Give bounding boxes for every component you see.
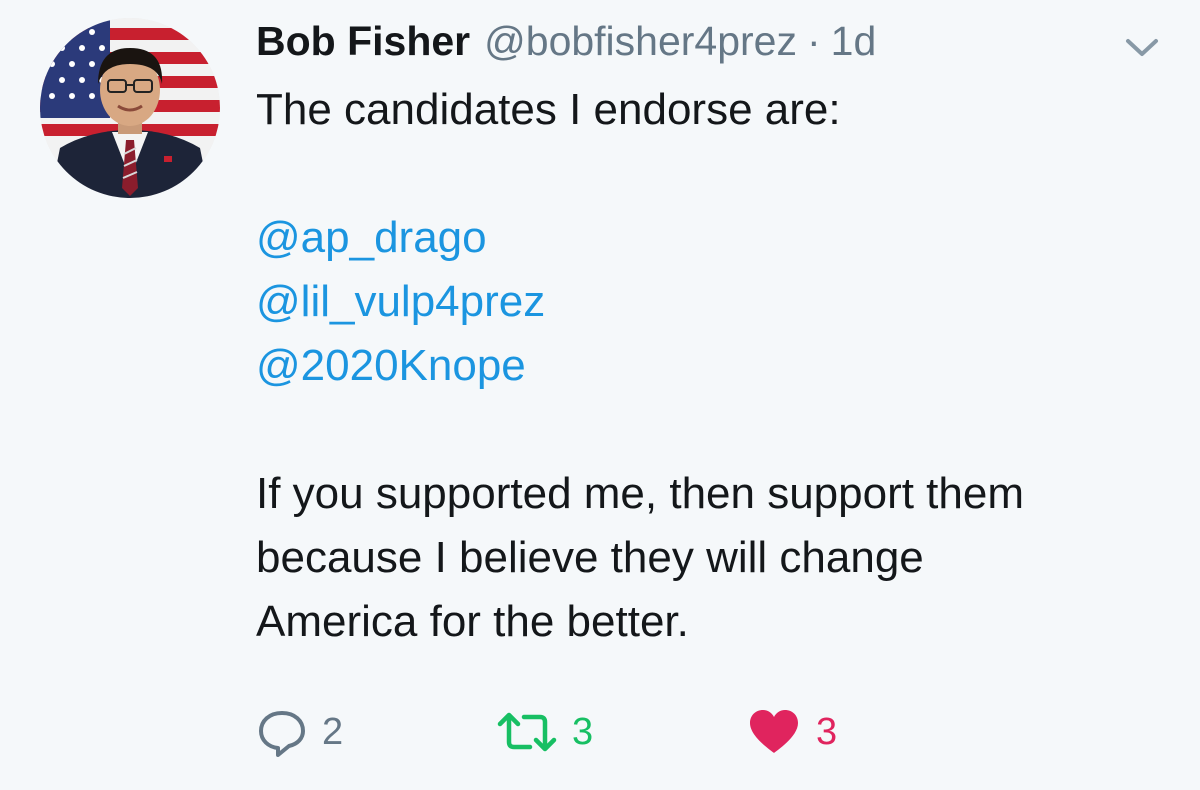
like-count: 3	[816, 710, 838, 753]
tweet-outro-line: If you supported me, then support them	[256, 469, 1025, 518]
mention-link[interactable]: @lil_vulp4prez	[256, 277, 545, 326]
reply-count: 2	[322, 710, 344, 753]
retweet-icon	[497, 712, 557, 752]
retweet-count: 3	[572, 710, 594, 753]
header-separator: ·	[807, 18, 821, 64]
heart-icon	[750, 710, 798, 753]
tweet-actions: 2 3 3	[256, 700, 1156, 764]
mention-link[interactable]: @2020Knope	[256, 341, 526, 390]
retweet-button[interactable]: 3	[496, 700, 593, 764]
reply-icon	[259, 711, 305, 757]
chevron-down-icon[interactable]	[1120, 32, 1164, 62]
tweet-outro-line: America for the better.	[256, 597, 689, 646]
like-button[interactable]: 3	[746, 700, 837, 764]
avatar-image	[40, 18, 220, 198]
author-handle[interactable]: @bobfisher4prez	[484, 18, 797, 65]
tweet-header: Bob Fisher @bobfisher4prez · 1d	[256, 18, 876, 68]
tweet-text: The candidates I endorse are: @ap_drago …	[256, 78, 1156, 654]
author-name[interactable]: Bob Fisher	[256, 18, 470, 65]
avatar[interactable]	[40, 18, 220, 198]
reply-button[interactable]: 2	[256, 700, 343, 764]
tweet-intro: The candidates I endorse are:	[256, 85, 841, 134]
tweet: Bob Fisher @bobfisher4prez · 1d The cand…	[0, 0, 1200, 790]
tweet-timestamp[interactable]: 1d	[831, 18, 877, 65]
tweet-outro-line: because I believe they will change	[256, 533, 924, 582]
mention-link[interactable]: @ap_drago	[256, 213, 487, 262]
